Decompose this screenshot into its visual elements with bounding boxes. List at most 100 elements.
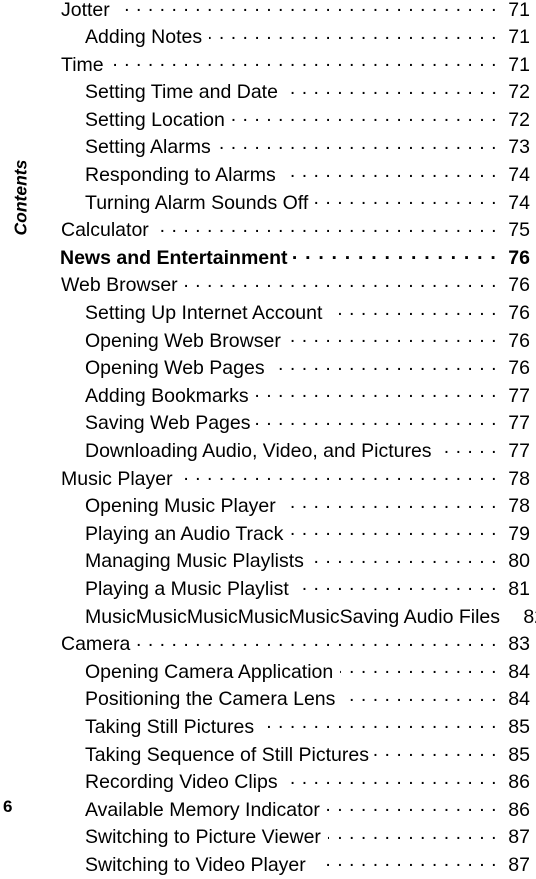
toc-entry-title: Web Browser: [61, 274, 178, 297]
toc-entry[interactable]: Available Memory Indicator 86: [0, 796, 536, 824]
toc-entry[interactable]: Recording Video Clips 86: [0, 769, 536, 797]
toc-entry-title: Calculator: [61, 219, 149, 242]
toc-dot-leader: [371, 741, 497, 761]
toc-entry[interactable]: Adding Bookmarks 77: [0, 382, 536, 410]
toc-entry[interactable]: Taking Still Pictures 85: [0, 713, 536, 741]
toc-dot-leader: [318, 851, 497, 871]
toc-entry[interactable]: Setting Alarms 73: [0, 134, 536, 162]
toc-dot-leader: [232, 106, 497, 126]
toc-entry[interactable]: Jotter 71: [0, 0, 536, 24]
toc-entry[interactable]: Switching to Picture Viewer 87: [0, 824, 536, 852]
toc-entry-page-number: 84: [508, 688, 530, 711]
toc-dot-leader: [342, 686, 497, 706]
toc-dot-leader: [209, 24, 497, 44]
toc-entry[interactable]: Setting Time and Date 72: [0, 79, 536, 107]
toc-dot-leader: [180, 465, 497, 485]
toc-dot-leader: [261, 713, 497, 733]
toc-entry[interactable]: Opening Web Browser 76: [0, 327, 536, 355]
toc-entry[interactable]: Playing a Music Playlist 81: [0, 575, 536, 603]
toc-dot-leader: [329, 300, 497, 320]
toc-entry[interactable]: Calculator 75: [0, 217, 536, 245]
toc-entry[interactable]: Opening Camera Application 84: [0, 658, 536, 686]
toc-entry-page-number: 71: [508, 26, 530, 49]
toc-entry[interactable]: Downloading Audio, Video, and Pictures 77: [0, 438, 536, 466]
toc-entry-page-number: 77: [508, 440, 530, 462]
toc-entry-title: Switching to Video Player: [85, 853, 306, 876]
toc-entry-page-number: 86: [508, 771, 530, 794]
toc-entry-page-number: 72: [508, 108, 530, 131]
toc-entry-page-number: 83: [508, 633, 530, 656]
toc-entry[interactable]: Switching to Video Player 87: [0, 851, 536, 879]
toc-entry-title: Switching to Picture Viewer: [85, 826, 321, 849]
toc-entry-page-number: 86: [508, 798, 530, 821]
toc-dot-leader: [340, 658, 497, 678]
toc-entry[interactable]: Positioning the Camera Lens 84: [0, 686, 536, 714]
toc-entry-title: Managing Music Playlists: [85, 550, 304, 573]
toc-entry-page-number: 80: [508, 550, 530, 573]
toc-entry-title: News and Entertainment: [60, 246, 288, 269]
toc-entry-title: Downloading Audio, Video, and Pictures: [85, 440, 432, 462]
toc-entry-title: Adding Notes: [85, 26, 203, 49]
toc-entry[interactable]: Music Player 78: [0, 465, 536, 493]
toc-entry-page-number: 77: [508, 412, 530, 435]
toc-entry-title: Taking Sequence of Still Pictures: [85, 743, 369, 766]
toc-entry-page-number: 85: [508, 715, 530, 738]
toc-dot-leader: [251, 382, 497, 402]
toc-entry-title: Taking Still Pictures: [85, 715, 255, 738]
toc-entry-page-number: 77: [508, 384, 530, 407]
toc-entry-page-number: 72: [508, 81, 530, 104]
toc-entry-page-number: 76: [508, 246, 530, 269]
toc-dot-leader: [283, 493, 497, 513]
toc-entry-title: Responding to Alarms: [85, 164, 276, 187]
toc-entry-page-number: 87: [508, 826, 530, 849]
toc-entry-title: Setting Location: [85, 108, 225, 131]
toc-entry[interactable]: Saving Web Pages 77: [0, 410, 536, 438]
toc-dot-leader: [315, 189, 497, 209]
toc-entry-page-number: 76: [508, 329, 530, 352]
toc-entry[interactable]: Opening Music Player 78: [0, 493, 536, 521]
toc-entry-page-number: 75: [508, 219, 530, 242]
toc-entry-title: Adding Bookmarks: [85, 384, 249, 407]
toc-dot-leader: [272, 355, 497, 375]
toc-entry[interactable]: Adding Notes 71: [0, 24, 536, 52]
toc-dot-leader: [117, 0, 497, 16]
toc-dot-leader: [161, 217, 497, 237]
toc-entry[interactable]: Opening Web Pages 76: [0, 355, 536, 383]
toc-entry[interactable]: Web Browser 76: [0, 272, 536, 300]
toc-entry-title: Playing an Audio Track: [85, 522, 284, 545]
toc-dot-leader: [290, 244, 497, 264]
toc-entry-title: Setting Time and Date: [85, 81, 278, 104]
toc-dot-leader: [106, 51, 497, 71]
toc-dot-leader: [285, 769, 497, 789]
toc-entry-page-number: 84: [508, 660, 530, 683]
toc-dot-leader: [253, 410, 498, 430]
toc-entry[interactable]: Setting Location 72: [0, 106, 536, 134]
toc-entry-page-number: 74: [508, 164, 530, 187]
toc-entry[interactable]: Playing an Audio Track 79: [0, 520, 536, 548]
toc-entry[interactable]: Camera 83: [0, 631, 536, 659]
toc-entry[interactable]: Setting Up Internet Account 76: [0, 300, 536, 328]
toc-entry[interactable]: MusicMusicMusicMusicMusicSaving Audio Fi…: [0, 603, 536, 631]
toc-entry[interactable]: Time 71: [0, 51, 536, 79]
toc-entry[interactable]: Turning Alarm Sounds Off 74: [0, 189, 536, 217]
toc-entry-title: Positioning the Camera Lens: [85, 688, 336, 711]
toc-dot-leader: [185, 272, 497, 292]
toc-entry[interactable]: Responding to Alarms 74: [0, 162, 536, 190]
toc-entry-title: Opening Music Player: [85, 495, 276, 518]
toc-entry-title: Camera: [61, 633, 131, 656]
toc-entry-page-number: 87: [508, 853, 530, 876]
toc-dot-leader: [283, 327, 497, 347]
toc-entry[interactable]: Managing Music Playlists 80: [0, 548, 536, 576]
toc-dot-leader: [283, 162, 497, 182]
toc-entry-title: Setting Alarms: [85, 136, 211, 159]
toc-dot-leader: [218, 134, 497, 154]
toc-entry-title: Opening Camera Application: [85, 660, 334, 683]
toc-dot-leader: [137, 631, 497, 651]
toc-entry[interactable]: Taking Sequence of Still Pictures 85: [0, 741, 536, 769]
toc-entry-page-number: 78: [508, 467, 530, 490]
toc-entry-page-number: 78: [508, 495, 530, 518]
toc-entry-page-number: 81: [508, 577, 530, 600]
toc-entry-page-number: 76: [508, 357, 530, 380]
toc-entry-page-number: 79: [508, 522, 530, 545]
toc-entry[interactable]: News and Entertainment 76: [0, 244, 536, 272]
